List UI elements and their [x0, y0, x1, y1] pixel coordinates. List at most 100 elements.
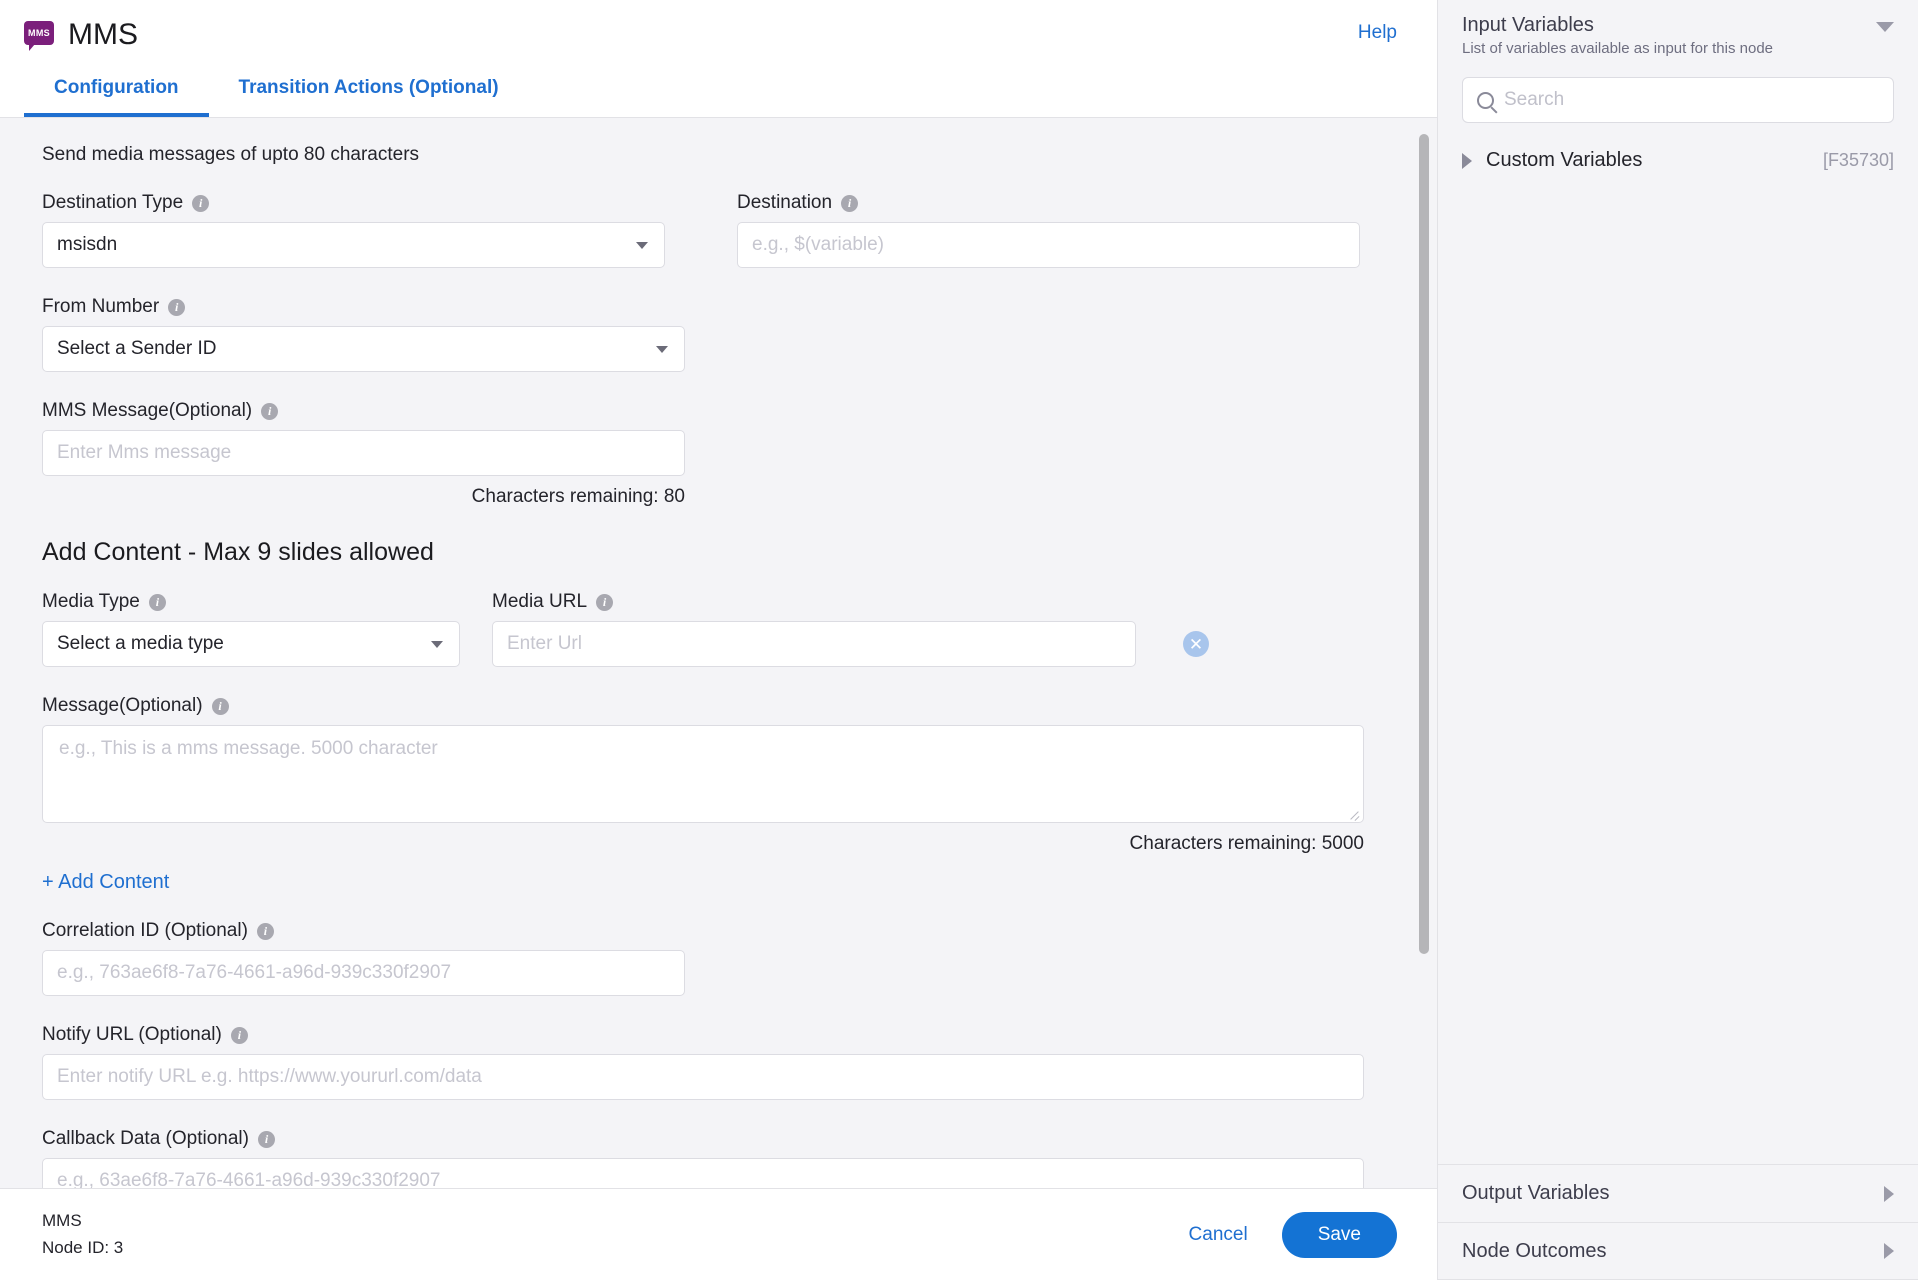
destination-type-select[interactable]: msisdn: [42, 222, 665, 268]
cancel-button[interactable]: Cancel: [1189, 1224, 1248, 1246]
mms-logo-text: MMS: [24, 21, 54, 45]
media-type-label-row: Media Type i: [42, 591, 460, 613]
mms-logo-icon: MMS: [24, 21, 54, 51]
tab-transition-actions[interactable]: Transition Actions (Optional): [209, 67, 529, 117]
chevron-right-icon: [1462, 152, 1472, 169]
notify-url-label-row: Notify URL (Optional) i: [42, 1024, 1360, 1046]
notify-url-group: Notify URL (Optional) i Enter notify URL…: [42, 1024, 1364, 1100]
input-variables-subtitle: List of variables available as input for…: [1462, 40, 1774, 57]
page-title: MMS: [68, 18, 138, 51]
slide-message-placeholder: e.g., This is a mms message. 5000 charac…: [59, 738, 438, 759]
slide-message-chars-remaining: Characters remaining: 5000: [1129, 833, 1364, 854]
media-url-label-row: Media URL i: [492, 591, 1136, 613]
footer-node-name: MMS: [42, 1211, 82, 1231]
from-number-label-row: From Number i: [42, 296, 1360, 318]
save-button[interactable]: Save: [1281, 1211, 1397, 1258]
input-variables-header: Input Variables List of variables availa…: [1462, 14, 1894, 57]
form-scrollbar-thumb[interactable]: [1419, 134, 1429, 954]
mms-message-chars-remaining: Characters remaining: 80: [471, 486, 685, 507]
footer-node-meta: MMS Node ID: 3: [42, 1208, 123, 1261]
chevron-down-icon: [636, 242, 648, 249]
correlation-id-placeholder: e.g., 763ae6f8-7a76-4661-a96d-939c330f29…: [57, 962, 452, 983]
callback-data-label: Callback Data (Optional): [42, 1128, 249, 1149]
right-sidebar: Input Variables List of variables availa…: [1437, 0, 1918, 1280]
slide-message-textarea[interactable]: e.g., This is a mms message. 5000 charac…: [42, 725, 1364, 823]
notify-url-placeholder: Enter notify URL e.g. https://www.yourur…: [57, 1066, 482, 1087]
form-scrollbar-track[interactable]: [1417, 118, 1431, 1188]
search-input[interactable]: Search: [1462, 77, 1894, 123]
callback-data-group: Callback Data (Optional) i e.g., 63ae6f8…: [42, 1128, 1364, 1188]
info-icon[interactable]: i: [230, 1026, 248, 1044]
mms-node-editor: MMS MMS Help Configuration Transition Ac…: [0, 0, 1918, 1280]
remove-circle-icon[interactable]: ✕: [1183, 631, 1209, 657]
destination-input[interactable]: e.g., $(variable): [737, 222, 1360, 268]
slide-media-row: Media Type i Select a media type Media U…: [42, 591, 1360, 667]
mms-message-placeholder: Enter Mms message: [57, 442, 232, 463]
custom-variables-tree-item[interactable]: Custom Variables [F35730]: [1462, 149, 1894, 172]
mms-message-label: MMS Message(Optional): [42, 400, 253, 421]
from-number-group: From Number i Select a Sender ID: [42, 296, 1360, 372]
title-row: MMS MMS: [0, 0, 1437, 58]
output-variables-section[interactable]: Output Variables: [1438, 1164, 1918, 1222]
main-configuration-panel: MMS MMS Help Configuration Transition Ac…: [0, 0, 1437, 1280]
media-url-group: Media URL i Enter Url: [492, 591, 1136, 667]
notify-url-label: Notify URL (Optional): [42, 1024, 222, 1045]
callback-data-input[interactable]: e.g., 63ae6f8-7a76-4661-a96d-939c330f290…: [42, 1158, 1364, 1188]
mms-message-label-row: MMS Message(Optional) i: [42, 400, 1360, 422]
node-outcomes-label: Node Outcomes: [1462, 1239, 1607, 1262]
tab-configuration[interactable]: Configuration: [24, 67, 209, 117]
resize-handle-icon[interactable]: [1348, 807, 1360, 819]
chevron-down-icon: [656, 346, 668, 353]
media-url-input[interactable]: Enter Url: [492, 621, 1136, 667]
node-footer: MMS Node ID: 3 Cancel Save: [0, 1188, 1437, 1280]
search-placeholder: Search: [1504, 89, 1565, 110]
mms-message-input[interactable]: Enter Mms message: [42, 430, 685, 476]
tab-bar: Configuration Transition Actions (Option…: [24, 67, 529, 117]
notify-url-input[interactable]: Enter notify URL e.g. https://www.yourur…: [42, 1054, 1364, 1100]
destination-label-row: Destination i: [737, 192, 1360, 214]
search-icon: [1477, 91, 1494, 109]
info-icon[interactable]: i: [257, 1130, 275, 1148]
info-icon[interactable]: i: [596, 593, 614, 611]
info-icon[interactable]: i: [148, 593, 166, 611]
input-variables-section: Input Variables List of variables availa…: [1438, 0, 1918, 1164]
destination-type-value: msisdn: [57, 234, 118, 255]
custom-variables-badge: [F35730]: [1822, 150, 1894, 170]
destination-group: Destination i e.g., $(variable): [737, 192, 1360, 268]
info-icon[interactable]: i: [841, 194, 859, 212]
node-header: MMS MMS Help Configuration Transition Ac…: [0, 0, 1437, 118]
media-type-group: Media Type i Select a media type: [42, 591, 460, 667]
correlation-id-label-row: Correlation ID (Optional) i: [42, 920, 1360, 942]
add-content-button[interactable]: + Add Content: [42, 871, 169, 894]
input-variables-title: Input Variables: [1462, 14, 1594, 36]
chevron-down-icon[interactable]: [1876, 22, 1894, 32]
destination-row: Destination Type i msisdn Destination i: [42, 192, 1360, 268]
footer-actions: Cancel Save: [1189, 1211, 1397, 1258]
footer-node-id: Node ID: 3: [42, 1237, 124, 1257]
input-variables-heading-group: Input Variables List of variables availa…: [1462, 14, 1773, 57]
form-scroll-area: Send media messages of upto 80 character…: [0, 118, 1437, 1188]
from-number-select[interactable]: Select a Sender ID: [42, 326, 685, 372]
help-link[interactable]: Help: [1358, 22, 1397, 44]
output-variables-label: Output Variables: [1462, 1182, 1610, 1204]
info-icon[interactable]: i: [192, 194, 210, 212]
info-icon[interactable]: i: [256, 922, 274, 940]
media-type-label: Media Type: [42, 591, 140, 612]
media-type-select[interactable]: Select a media type: [42, 621, 460, 667]
correlation-id-label: Correlation ID (Optional): [42, 920, 248, 941]
slide-message-label: Message(Optional): [42, 695, 203, 716]
slide-message-label-row: Message(Optional) i: [42, 695, 1360, 717]
node-outcomes-section[interactable]: Node Outcomes: [1438, 1222, 1918, 1280]
slide-message-group: Message(Optional) i e.g., This is a mms …: [42, 695, 1364, 855]
destination-type-label: Destination Type: [42, 192, 184, 213]
info-icon[interactable]: i: [261, 402, 279, 420]
correlation-id-input[interactable]: e.g., 763ae6f8-7a76-4661-a96d-939c330f29…: [42, 950, 685, 996]
info-icon[interactable]: i: [211, 697, 229, 715]
chevron-right-icon: [1884, 1185, 1894, 1202]
info-icon[interactable]: i: [168, 298, 186, 316]
from-number-value: Select a Sender ID: [57, 338, 217, 359]
form-content: Send media messages of upto 80 character…: [0, 118, 1400, 1188]
form-subtitle: Send media messages of upto 80 character…: [42, 144, 420, 165]
callback-data-placeholder: e.g., 63ae6f8-7a76-4661-a96d-939c330f290…: [57, 1170, 441, 1188]
delete-slide-slot: ✕: [1136, 621, 1256, 667]
